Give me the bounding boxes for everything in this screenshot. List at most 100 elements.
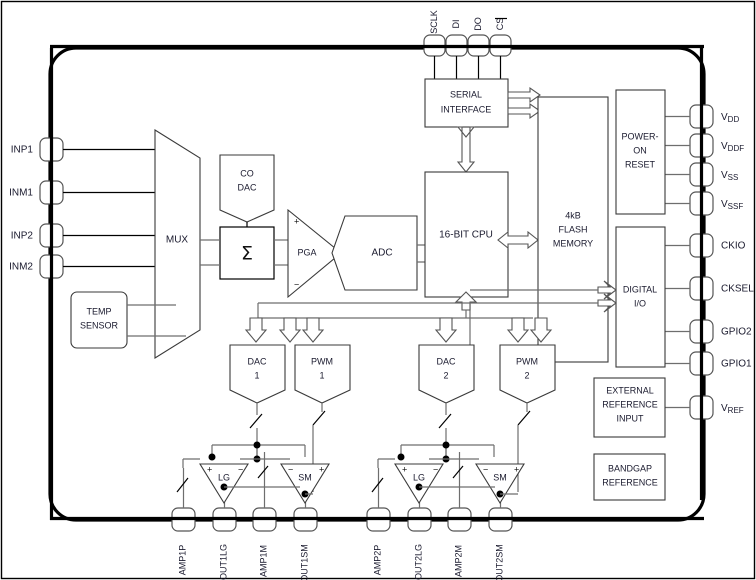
switch-amp1m[interactable]: [257, 465, 269, 479]
pin-label-inm1: INM1: [9, 188, 33, 199]
block-label-extref-line3: INPUT: [617, 413, 645, 423]
junction-dot-ch1-b: [208, 453, 216, 461]
block-label-flash-line1: 4kB: [565, 210, 581, 220]
arrow-into-dac2: [434, 317, 458, 343]
pin-label-inp2: INP2: [11, 231, 34, 242]
pin-label-out2sm: OUT2SM: [494, 544, 504, 580]
block-label-por-line2: ON: [633, 145, 647, 155]
block-label-dac2-line2: 2: [443, 370, 448, 380]
amp1-sm-plus: +: [319, 464, 324, 474]
switch-amp2p[interactable]: [371, 477, 384, 493]
pin-label-cs: CS: [495, 18, 505, 31]
block-label-digital-io-line2: I/O: [634, 298, 646, 308]
pin-label-di: DI: [451, 20, 461, 29]
pwm1-group: PWM 1: [278, 317, 351, 404]
arrow-into-pwm2: [506, 317, 530, 343]
switch-pwm2[interactable]: [517, 410, 531, 426]
functional-block-diagram: INP1 INM1 INP2 INM2 SCLK DI DO CS VDD VD…: [0, 0, 756, 580]
pin-label-inp1: INP1: [11, 145, 34, 156]
switch-dac1[interactable]: [249, 413, 263, 429]
block-label-por-line1: POWER-: [622, 131, 659, 141]
block-label-adc: ADC: [371, 248, 392, 259]
block-label-pwm1-line2: 1: [319, 370, 324, 380]
pin-label-vdd: VDD: [721, 112, 739, 124]
pin-label-out2lg: OUT2LG: [413, 544, 423, 580]
block-label-summer: Σ: [241, 243, 253, 265]
right-pin-group: VDD VDDF VSS VSSF CKIO CKSEL GPIO2 GPIO1…: [665, 104, 754, 420]
channel1-output-stage: LG + − SM − +: [176, 403, 330, 505]
block-label-dac1-line2: 1: [254, 370, 259, 380]
block-label-extref-line1: EXTERNAL: [606, 385, 654, 395]
block-label-amp2-lg: LG: [413, 472, 425, 482]
pin-label-out1sm: OUT1SM: [299, 544, 309, 580]
block-label-flash-line3: MEMORY: [553, 238, 593, 248]
block-label-por-line3: RESET: [625, 159, 656, 169]
junction-dot-ch1-a: [253, 441, 261, 449]
block-serial-interface[interactable]: [424, 78, 509, 128]
block-label-serial-line2: INTERFACE: [441, 104, 492, 114]
block-label-temp-sensor-line2: SENSOR: [80, 320, 119, 330]
pin-label-amp1m: AMP1M: [258, 545, 268, 577]
pin-label-ckio: CKIO: [721, 241, 746, 252]
pwm2-group: PWM 2: [499, 317, 556, 404]
block-label-temp-sensor-line1: TEMP: [86, 306, 111, 316]
arrow-into-pwm1: [278, 317, 302, 343]
block-label-pwm1-line1: PWM: [311, 356, 333, 366]
pin-label-amp2p: AMP2P: [372, 545, 382, 576]
block-label-amp1-sm: SM: [298, 472, 312, 482]
junction-dot-ch2-b: [397, 453, 405, 461]
amp2-lg-minus: −: [433, 464, 438, 474]
pin-label-sclk: SCLK: [429, 10, 439, 34]
pga-minus-sign: −: [294, 279, 299, 289]
block-label-co-dac-line1: CO: [240, 168, 254, 178]
block-label-mux: MUX: [166, 235, 189, 246]
pin-label-gpio2: GPIO2: [721, 327, 752, 338]
arrow-serial-to-flash-1: [507, 86, 541, 104]
arrow-serial-to-flash-2: [507, 102, 541, 120]
pin-label-vref: VREF: [721, 403, 744, 415]
junction-dot-ch2-a: [442, 441, 450, 449]
block-label-flash-line2: FLASH: [558, 224, 587, 234]
amp1-sm-minus: −: [288, 464, 293, 474]
arrow-into-pwm1-b: [301, 317, 325, 343]
pin-label-amp1p: AMP1P: [177, 545, 187, 576]
pin-label-out1lg: OUT1LG: [218, 544, 228, 580]
amp2-sm-minus: −: [483, 464, 488, 474]
top-pin-group: SCLK DI DO CS: [423, 10, 512, 79]
switch-amp2m[interactable]: [452, 465, 464, 479]
pin-label-vssf: VSSF: [721, 199, 743, 211]
block-label-pwm2-line2: 2: [524, 370, 529, 380]
block-digital-io[interactable]: [615, 226, 666, 368]
block-label-bandgap-line2: REFERENCE: [602, 477, 658, 487]
amp2-lg-plus: +: [402, 464, 407, 474]
pin-label-inm2: INM2: [9, 262, 33, 273]
channel2-output-stage: LG + − SM − +: [371, 403, 531, 505]
pin-label-amp2m: AMP2M: [453, 545, 463, 577]
block-label-co-dac-line2: DAC: [237, 182, 257, 192]
block-label-dac2-line1: DAC: [436, 356, 456, 366]
switch-dac2[interactable]: [438, 413, 452, 429]
block-label-bandgap-line1: BANDGAP: [608, 463, 652, 473]
arrow-into-dac1: [244, 317, 268, 343]
pin-label-gpio1: GPIO1: [721, 359, 752, 370]
amp2-sm-plus: +: [514, 464, 519, 474]
switch-pwm1[interactable]: [312, 410, 326, 426]
switch-amp1p[interactable]: [176, 477, 189, 493]
pin-label-vddf: VDDF: [721, 141, 744, 153]
block-diagram-canvas: INP1 INM1 INP2 INM2 SCLK DI DO CS VDD VD…: [0, 0, 756, 580]
dac1-group: DAC 1: [229, 317, 286, 404]
block-label-cpu: 16-BIT CPU: [439, 230, 493, 241]
block-label-pga: PGA: [297, 247, 316, 257]
amp1-lg-minus: −: [238, 464, 243, 474]
arrow-serial-cpu-bidir: [456, 126, 476, 173]
block-label-digital-io-line1: DIGITAL: [623, 284, 657, 294]
block-label-pwm2-line1: PWM: [516, 356, 538, 366]
dac2-group: DAC 2: [418, 317, 475, 404]
block-label-extref-line2: REFERENCE: [602, 399, 658, 409]
pga-plus-sign: +: [294, 216, 299, 226]
pin-label-do: DO: [473, 17, 483, 31]
block-label-amp2-sm: SM: [493, 472, 507, 482]
left-pin-group: INP1 INM1 INP2 INM2: [9, 137, 155, 279]
block-label-dac1-line1: DAC: [247, 356, 267, 366]
block-label-serial-line1: SERIAL: [450, 89, 482, 99]
